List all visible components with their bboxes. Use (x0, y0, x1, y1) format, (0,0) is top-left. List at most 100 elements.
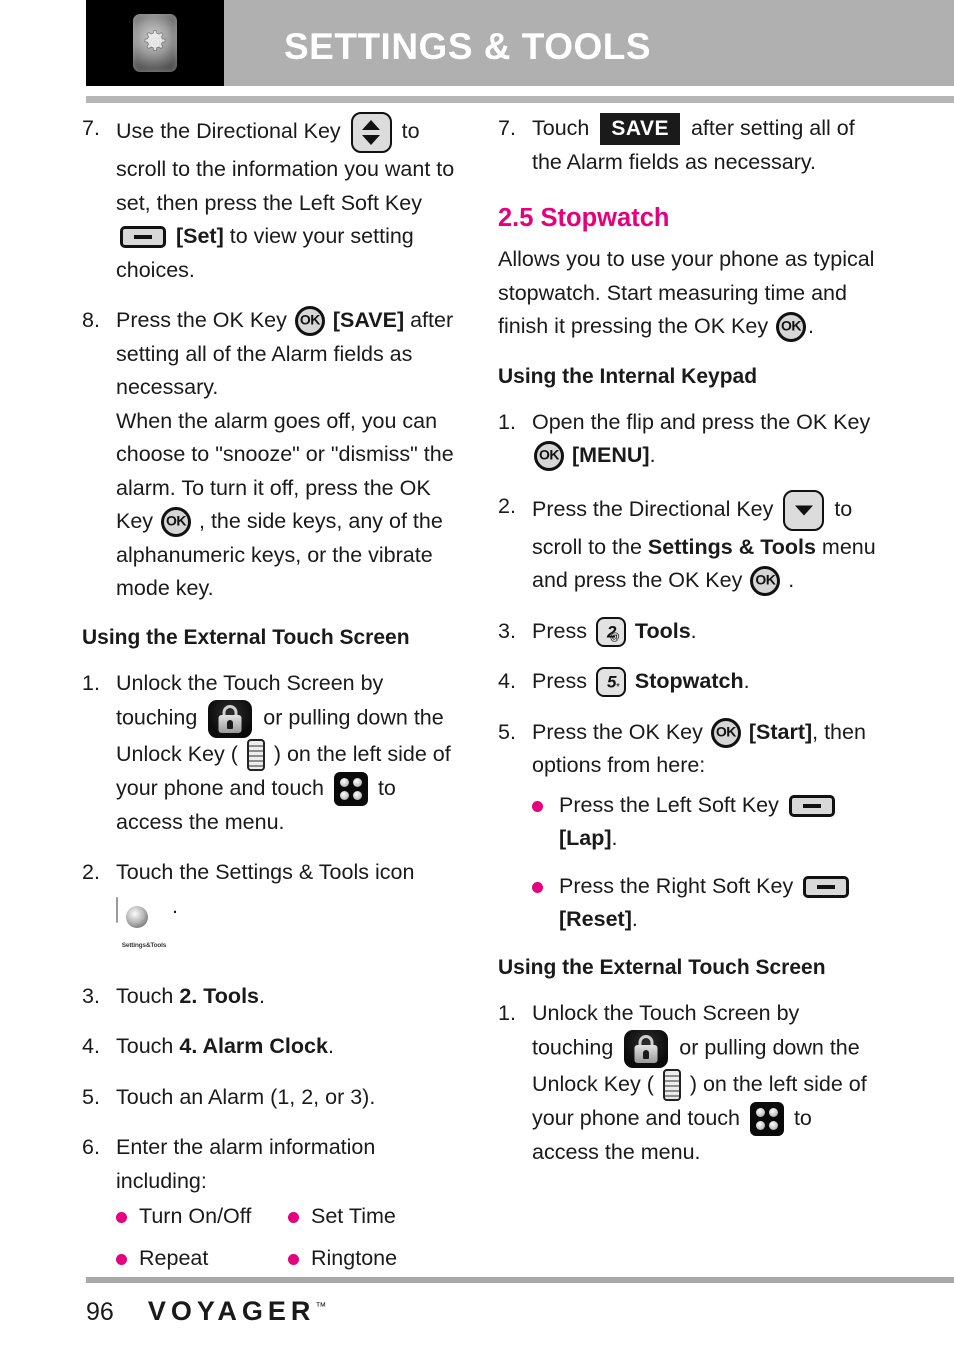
option-bold: [Lap] (559, 826, 612, 850)
option-label: Turn On/Off (139, 1204, 252, 1229)
directional-key-down-icon (783, 489, 825, 531)
subheading-external-touch-screen: Using the External Touch Screen (82, 625, 410, 649)
right-column: 7. Touch SAVE after setting all of the A… (498, 112, 876, 1186)
step-text: . (649, 443, 656, 467)
list-item: Ringtone (288, 1242, 460, 1276)
step-text: Touch (116, 1034, 180, 1059)
list-number: 4. (82, 1034, 100, 1059)
step-text: Touch the Settings & Tools icon (116, 860, 415, 885)
step-text: Press (532, 669, 593, 693)
option-text: Press the Right Soft Key [Reset]. (559, 870, 853, 937)
list-item: 6. Enter the alarm information including… (82, 1131, 460, 1198)
step-text: . (259, 983, 265, 1008)
option-label: Repeat (139, 1245, 209, 1270)
page-number: 96 (86, 1298, 114, 1326)
list-item-text: Enter the alarm information including: (116, 1135, 376, 1193)
list-item: 3. Press 2 @ Tools. (498, 615, 876, 649)
step-text: . (327, 1034, 334, 1059)
option-bold: [Reset] (559, 907, 632, 931)
directional-key-icon (350, 112, 392, 153)
list-item-text: Touch SAVE after setting all of the Alar… (532, 112, 876, 179)
option-label: Ringtone (311, 1245, 398, 1270)
list-item: 1. Unlock the Touch Screen by touching o… (82, 667, 460, 840)
trademark-symbol: ™ (315, 1301, 327, 1313)
list-number: 4. (498, 669, 516, 693)
step-text: Touch (116, 983, 180, 1008)
step-text: Press the Directional Key (532, 496, 780, 521)
unlock-side-key-icon (246, 739, 265, 772)
list-item-text: Press the OK Key OK [Start], then option… (532, 716, 876, 783)
brand-name: VOYAGER (147, 1296, 316, 1326)
page-header: SETTINGS & TOOLS (0, 0, 954, 86)
list-item: 3. Touch 2. Tools. (82, 980, 460, 1014)
option-label: Press the Left Soft Key (559, 792, 785, 817)
soft-key-icon (120, 226, 166, 249)
list-item: Turn On/Off (116, 1200, 288, 1234)
list-item: 4. Press 5 * Stopwatch. (498, 665, 876, 699)
stopwatch-options-list: Press the Left Soft Key [Lap]. Press the… (532, 789, 876, 937)
step-bold: Settings & Tools (647, 534, 816, 559)
page-footer: 96 VOYAGER™ (86, 1296, 326, 1327)
ok-key-icon: OK (161, 507, 192, 538)
stopwatch-intro-paragraph: Allows you to use your phone as typical … (498, 243, 876, 344)
paragraph-text: . (808, 314, 815, 338)
footer-divider (86, 1277, 954, 1283)
list-item-text: Press 2 @ Tools. (532, 615, 876, 649)
list-number: 1. (498, 1000, 516, 1025)
list-item: 7. Touch SAVE after setting all of the A… (498, 112, 876, 179)
subheading-external-touch-screen: Using the External Touch Screen (498, 955, 826, 979)
key-digit: 5 (606, 672, 617, 692)
list-item-text: Unlock the Touch Screen by touching or p… (532, 997, 876, 1170)
ok-key-icon: OK (710, 717, 741, 748)
list-number: 5. (82, 1084, 100, 1109)
list-number: 7. (82, 116, 100, 140)
step-bold: [Set] (170, 224, 224, 248)
list-item: 2. Touch the Settings & Tools icon Setti… (82, 856, 460, 963)
bullet-dot-icon (288, 1253, 299, 1265)
bullet-dot-icon (116, 1253, 127, 1265)
ok-key-icon: OK (776, 312, 807, 343)
alarm-options-list: Turn On/Off Repeat Set Time Ringtone (116, 1200, 460, 1283)
save-button-tag[interactable]: SAVE (600, 113, 680, 146)
step-text: Press (532, 618, 593, 643)
list-item: 5. Touch an Alarm (1, 2, or 3). (82, 1081, 460, 1115)
step-text: Press the OK Key (116, 308, 293, 332)
keypad-key-5-icon: 5 * (595, 667, 626, 698)
list-item: Repeat (116, 1242, 288, 1276)
key-superscript: * (616, 682, 620, 694)
option-label: . (631, 907, 638, 931)
menu-grid-icon (749, 1101, 784, 1136)
step-bold: [SAVE] (326, 308, 405, 332)
step-text: Touch (532, 116, 596, 140)
option-label: Set Time (311, 1204, 396, 1229)
list-item-text: Press the Directional Key to scroll to t… (532, 489, 876, 598)
alarm-options-column-2: Set Time Ringtone (288, 1200, 460, 1283)
bullet-dot-icon (288, 1212, 299, 1224)
step-text: Use the Directional Key (116, 119, 347, 144)
list-number: 5. (498, 719, 516, 744)
keypad-key-2-icon: 2 @ (595, 616, 626, 647)
step-bold: Stopwatch (628, 669, 744, 693)
list-item: 1. Unlock the Touch Screen by touching o… (498, 997, 876, 1170)
list-item: 5. Press the OK Key OK [Start], then opt… (498, 716, 876, 783)
ok-key-icon: OK (534, 441, 564, 472)
list-item-text: Touch the Settings & Tools icon Settings… (116, 856, 460, 963)
bullet-dot-icon (532, 800, 543, 812)
section-heading-stopwatch: 2.5 Stopwatch (498, 204, 670, 232)
list-item: 2. Press the Directional Key to scroll t… (498, 489, 876, 598)
list-item-text: Touch 4. Alarm Clock. (116, 1030, 460, 1064)
list-item: Press the Left Soft Key [Lap]. (532, 789, 876, 856)
list-item-text: Touch an Alarm (1, 2, or 3). (116, 1084, 376, 1109)
soft-key-icon (803, 875, 850, 898)
option-label: . (611, 826, 618, 850)
lock-icon (624, 1030, 669, 1068)
list-item: Press the Right Soft Key [Reset]. (532, 870, 876, 937)
settings-tools-app-icon: Settings&Tools (116, 894, 172, 963)
list-item: 7. Use the Directional Key to scroll to … (82, 112, 460, 287)
step-text: Open the flip and press the OK Key (532, 409, 871, 434)
list-item: 1. Open the flip and press the OK Key OK… (498, 406, 876, 473)
bullet-dot-icon (532, 881, 543, 893)
left-column: 7. Use the Directional Key to scroll to … (82, 112, 460, 1283)
list-number: 3. (498, 618, 516, 643)
key-superscript: @ (609, 631, 620, 643)
